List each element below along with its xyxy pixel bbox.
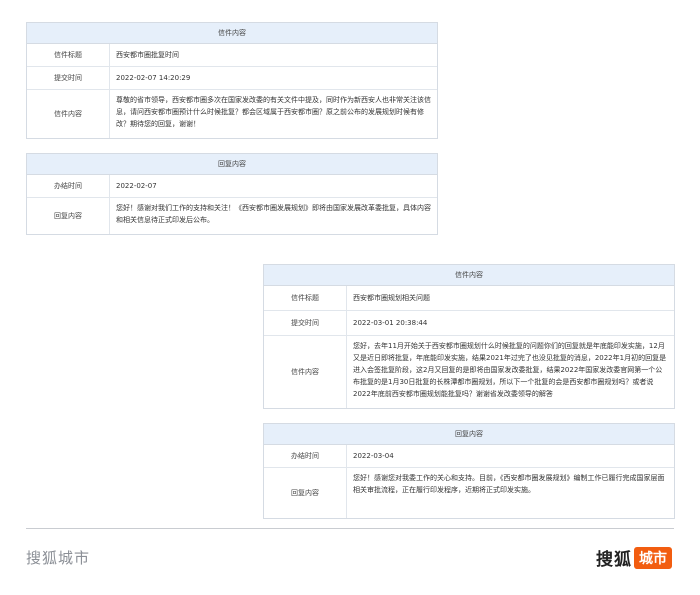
row-value: 2022-02-07 bbox=[116, 182, 157, 190]
row-label: 办结时间 bbox=[264, 445, 347, 467]
reply-content-panel-2: 回复内容 办结时间 2022-03-04 回复内容 您好！感谢您对我委工作的关心… bbox=[263, 423, 675, 519]
letter-content-panel-1: 信件内容 信件标题 西安都市圈批复时间 提交时间 2022-02-07 14:2… bbox=[26, 22, 438, 139]
table-row: 办结时间 2022-02-07 bbox=[27, 175, 437, 198]
table-row: 信件标题 西安都市圈规划相关问题 bbox=[264, 286, 674, 311]
reply-content-panel-1: 回复内容 办结时间 2022-02-07 回复内容 您好！感谢对我们工作的支持和… bbox=[26, 153, 438, 235]
table-row: 办结时间 2022-03-04 bbox=[264, 445, 674, 468]
row-value: 2022-03-01 20:38:44 bbox=[353, 319, 428, 327]
panel-header: 回复内容 bbox=[27, 154, 437, 175]
row-label: 提交时间 bbox=[27, 67, 110, 89]
sohu-city-text-logo: 搜狐城市 bbox=[26, 549, 91, 567]
panel-header: 信件内容 bbox=[264, 265, 674, 286]
table-row: 提交时间 2022-02-07 14:20:29 bbox=[27, 67, 437, 90]
row-value: 您好，去年11月开始关于西安都市圈规划什么时候批复的问题你们的回复就是年底能印发… bbox=[353, 342, 667, 398]
table-row: 信件标题 西安都市圈批复时间 bbox=[27, 44, 437, 67]
table-row: 回复内容 您好！感谢您对我委工作的关心和支持。目前，《西安都市圈发展规划》编制工… bbox=[264, 468, 674, 518]
city-logo-tag: 城市 bbox=[634, 546, 672, 569]
panel-header: 信件内容 bbox=[27, 23, 437, 44]
row-value: 您好！感谢您对我委工作的关心和支持。目前，《西安都市圈发展规划》编制工作已履行完… bbox=[353, 474, 665, 494]
table-row: 回复内容 您好！感谢对我们工作的支持和关注！《西安都市圈发展规划》即将由国家发展… bbox=[27, 198, 437, 234]
panel-header: 回复内容 bbox=[264, 424, 674, 445]
row-label: 信件内容 bbox=[264, 336, 347, 408]
row-value: 2022-02-07 14:20:29 bbox=[116, 74, 191, 82]
row-value: 2022-03-04 bbox=[353, 452, 394, 460]
row-label: 信件内容 bbox=[27, 90, 110, 138]
row-label: 信件标题 bbox=[264, 286, 347, 310]
table-row: 信件内容 尊敬的省市领导，西安都市圈多次在国家发改委的有关文件中提及，同时作为新… bbox=[27, 90, 437, 138]
row-value: 尊敬的省市领导，西安都市圈多次在国家发改委的有关文件中提及，同时作为新西安人也非… bbox=[116, 96, 431, 128]
row-label: 信件标题 bbox=[27, 44, 110, 66]
table-row: 提交时间 2022-03-01 20:38:44 bbox=[264, 311, 674, 336]
footer-divider bbox=[26, 528, 674, 529]
sohu-logo-text: 搜狐 bbox=[596, 550, 632, 570]
row-value: 西安都市圈批复时间 bbox=[116, 51, 179, 59]
letter-content-panel-2: 信件内容 信件标题 西安都市圈规划相关问题 提交时间 2022-03-01 20… bbox=[263, 264, 675, 409]
row-value: 您好！感谢对我们工作的支持和关注！《西安都市圈发展规划》即将由国家发展改革委批复… bbox=[116, 204, 431, 224]
row-label: 回复内容 bbox=[27, 198, 110, 234]
row-label: 办结时间 bbox=[27, 175, 110, 197]
table-row: 信件内容 您好，去年11月开始关于西安都市圈规划什么时候批复的问题你们的回复就是… bbox=[264, 336, 674, 408]
sohu-city-logo: 搜狐 城市 bbox=[596, 545, 672, 570]
row-label: 提交时间 bbox=[264, 311, 347, 335]
row-label: 回复内容 bbox=[264, 468, 347, 518]
row-value: 西安都市圈规划相关问题 bbox=[353, 294, 430, 302]
